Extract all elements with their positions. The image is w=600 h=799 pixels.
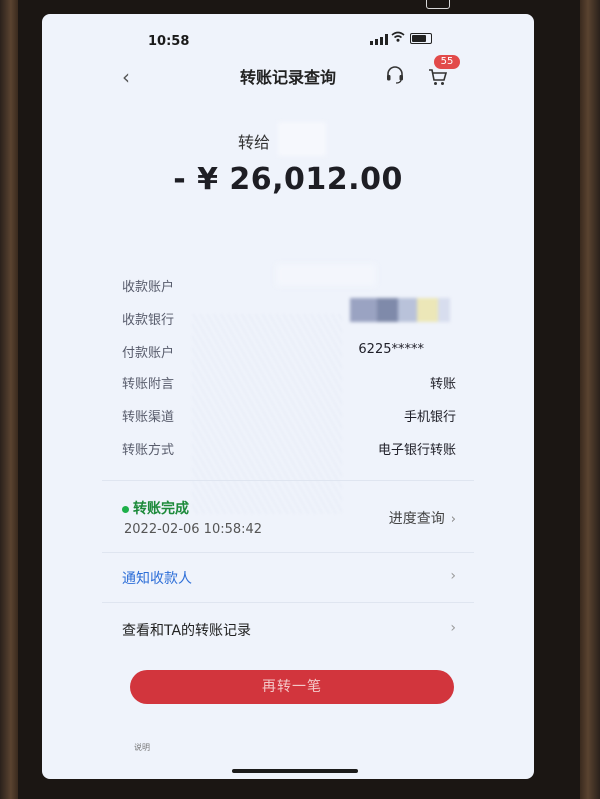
status-bar: 10:58 [42,14,534,60]
detail-value: 手机银行 [403,410,456,425]
divider [102,480,474,481]
wifi-icon [391,31,405,46]
detail-value: 转账 [429,377,456,392]
chevron-right-icon: › [450,512,456,527]
detail-label: 付款账户 [122,346,175,361]
outer-battery-icon [426,0,450,9]
detail-label: 收款账户 [122,280,175,295]
progress-query-label: 进度查询 [388,511,445,527]
status-time: 10:58 [148,34,190,49]
payee-prefix-label: 转给 [238,133,271,152]
transfer-again-button[interactable]: 再转一笔 [130,670,454,704]
transfer-status-label: 转账完成 [133,501,189,517]
footer-note: 说明 [134,743,150,752]
cart-icon[interactable] [428,68,448,90]
chevron-right-icon: › [450,620,456,636]
notify-payee-row[interactable]: 通知收款人 › [122,568,456,588]
notify-payee-label: 通知收款人 [122,571,192,587]
phone-bezel-right [580,0,600,799]
detail-label: 转账方式 [122,443,175,458]
detail-value: 电子银行转账 [377,443,456,458]
transfer-amount: - ¥ 26,012.00 [173,162,403,197]
outer-status-bar [0,0,600,14]
signal-icon [370,34,388,45]
transfer-datetime: 2022-02-06 10:58:42 [124,522,263,537]
screen-glare [192,314,342,514]
progress-query-link[interactable]: 进度查询 › [389,508,456,528]
cart-count-badge: 55 [434,55,460,69]
transfer-history-row[interactable]: 查看和TA的转账记录 › [122,620,456,640]
battery-icon [410,33,432,44]
payee-name-redacted [278,122,326,156]
nav-bar: ‹ 转账记录查询 55 [42,55,534,104]
customer-service-headset-icon[interactable] [385,65,405,85]
chevron-right-icon: › [450,568,456,584]
phone-bezel-left [0,0,18,799]
detail-value: 6225***** [358,342,424,357]
home-indicator[interactable] [232,769,358,773]
transfer-status: 转账完成 [122,498,189,518]
detail-label: 转账附言 [122,377,175,392]
payee-account-redacted [276,264,376,286]
detail-label: 收款银行 [122,313,175,328]
payee-bank-redacted [350,298,450,322]
transfer-history-label: 查看和TA的转账记录 [122,623,252,639]
success-dot-icon [122,505,129,513]
detail-label: 转账渠道 [122,410,175,425]
divider [102,602,474,603]
page-title: 转账记录查询 [239,68,336,87]
app-screen: 10:58 ‹ 转账记录查询 55 转给 - ¥ 26,012.00 收款账户 … [42,14,534,779]
divider [102,552,474,553]
